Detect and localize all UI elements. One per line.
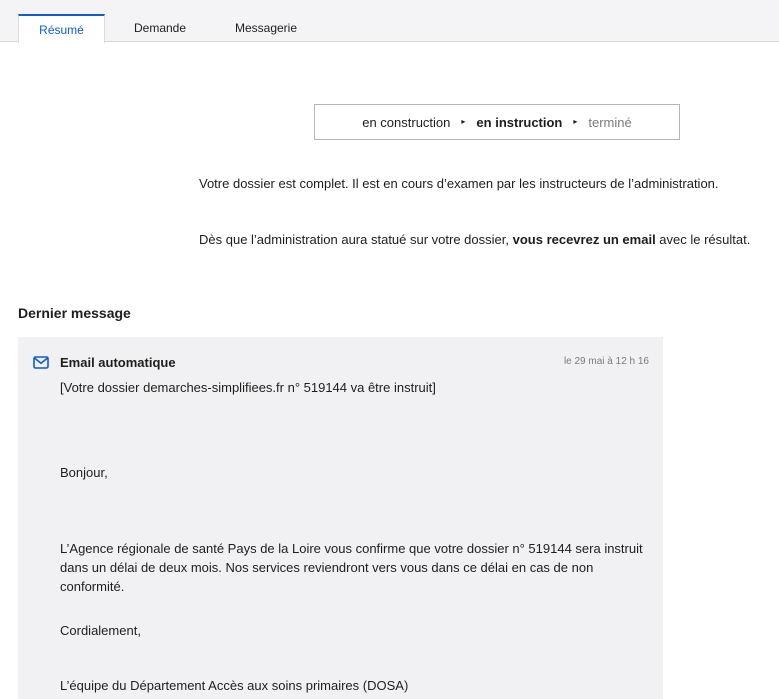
email-notice-bold: vous recevrez un email	[512, 232, 656, 247]
tab-bar: Résumé Demande Messagerie	[0, 0, 779, 43]
tab-messagerie[interactable]: Messagerie	[214, 14, 318, 42]
message-card: Email automatique le 29 mai à 12 h 16 [V…	[18, 337, 663, 699]
email-notice: Dès que l’administration aura statué sur…	[199, 231, 779, 249]
envelope-icon	[33, 356, 49, 369]
message-body: L’Agence régionale de santé Pays de la L…	[60, 541, 643, 594]
message-date: le 29 mai à 12 h 16	[563, 356, 649, 367]
message-greeting: Bonjour,	[60, 465, 108, 480]
status-step-en-construction: en construction	[362, 114, 451, 130]
status-step-en-instruction: en instruction	[476, 114, 563, 130]
status-progress: en construction ▸ en instruction ▸ termi…	[314, 104, 680, 140]
status-arrow-icon: ▸	[573, 116, 578, 126]
message-closing: Cordialement,	[60, 623, 141, 638]
status-arrow-icon: ▸	[461, 116, 466, 126]
tab-resume[interactable]: Résumé	[18, 14, 105, 43]
email-notice-end: avec le résultat.	[655, 232, 751, 247]
last-message-title: Dernier message	[18, 305, 131, 321]
message-subject: [Votre dossier demarches-simplifiees.fr …	[60, 380, 436, 395]
email-notice-text: Dès que l’administration aura statué sur…	[199, 232, 513, 247]
message-signature: L’équipe du Département Accès aux soins …	[60, 678, 409, 693]
status-description: Votre dossier est complet. Il est en cou…	[199, 176, 719, 191]
tab-demande[interactable]: Demande	[110, 14, 210, 42]
status-step-termine: terminé	[588, 114, 632, 130]
message-sender: Email automatique	[60, 355, 176, 370]
